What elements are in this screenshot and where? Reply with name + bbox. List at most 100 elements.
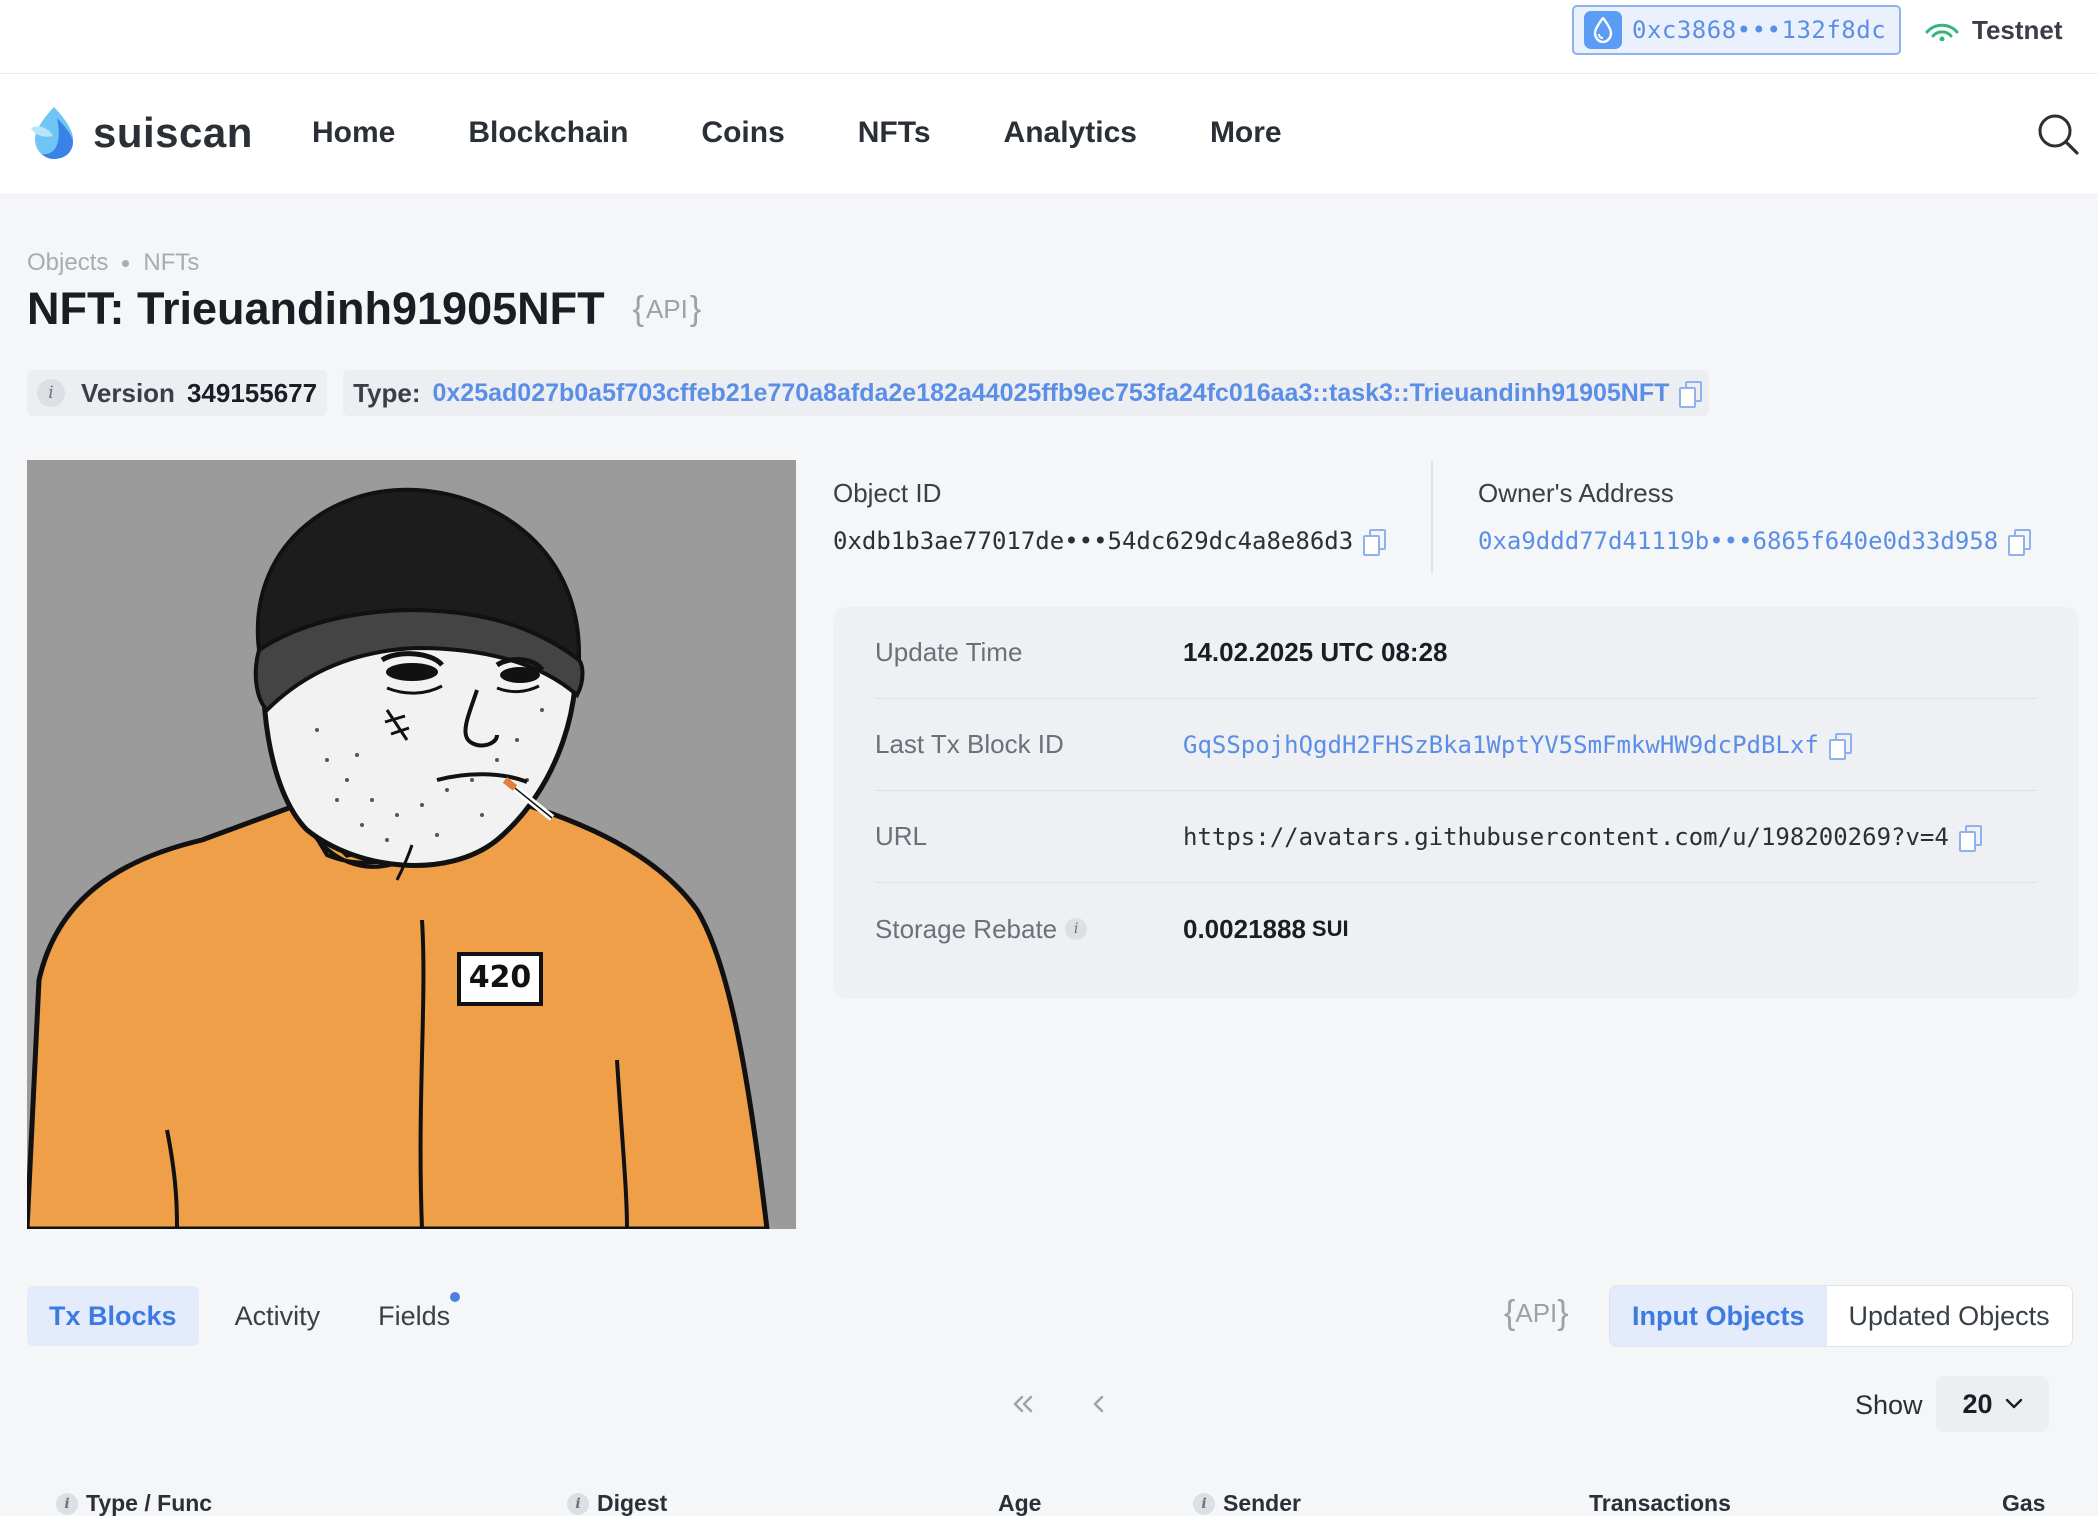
tx-api-link[interactable]: { API } bbox=[1504, 1294, 1569, 1333]
object-tabs: Tx Blocks Activity Fields bbox=[27, 1286, 486, 1346]
network-label: Testnet bbox=[1972, 14, 2063, 45]
url-row: https://avatars.githubusercontent.com/u/… bbox=[1183, 822, 1982, 852]
nav-home[interactable]: Home bbox=[312, 116, 395, 150]
show-label: Show bbox=[1855, 1390, 1923, 1420]
chevron-down-icon bbox=[2005, 1398, 2022, 1409]
object-id-row: 0xdb1b3ae77017de•••54dc629dc4a8e86d3 bbox=[833, 527, 1387, 556]
version-value: 349155677 bbox=[186, 377, 318, 408]
suiscan-logo-icon bbox=[31, 107, 73, 159]
col-gas-label: Gas bbox=[2002, 1490, 2046, 1516]
tx-api-label: API bbox=[1515, 1298, 1558, 1328]
breadcrumb-separator bbox=[122, 259, 130, 267]
breadcrumb-nfts[interactable]: NFTs bbox=[143, 249, 199, 277]
divider bbox=[1431, 460, 1433, 574]
type-value-link[interactable]: 0x25ad027b0a5f703cffeb21e770a8afda2e182a… bbox=[433, 379, 1670, 408]
type-label: Type: bbox=[353, 377, 421, 408]
copy-icon[interactable] bbox=[1958, 824, 1982, 852]
sui-unit: SUI bbox=[1311, 916, 1349, 941]
tab-fields-label: Fields bbox=[378, 1300, 451, 1331]
page-title: NFT: Trieuandinh91905NFT bbox=[27, 283, 605, 334]
info-icon[interactable]: i bbox=[567, 1492, 589, 1515]
storage-rebate-value-wrap: 0.0021888 SUI bbox=[1183, 914, 1349, 945]
api-label: API bbox=[645, 293, 688, 324]
owner-row: 0xa9ddd77d41119b•••6865f640e0d33d958 bbox=[1478, 527, 2032, 556]
nav-links: Home Blockchain Coins NFTs Analytics Mor… bbox=[312, 116, 1355, 150]
first-page-icon[interactable] bbox=[1005, 1386, 1041, 1422]
copy-icon[interactable] bbox=[1363, 529, 1387, 556]
info-icon[interactable]: i bbox=[56, 1492, 78, 1515]
info-icon[interactable]: i bbox=[37, 379, 65, 407]
pagination bbox=[1005, 1386, 1117, 1422]
prev-page-icon[interactable] bbox=[1081, 1386, 1117, 1422]
col-digest-label: Digest bbox=[597, 1490, 668, 1516]
segment-input-objects[interactable]: Input Objects bbox=[1610, 1286, 1827, 1346]
nft-badge-text: 420 bbox=[468, 960, 532, 995]
storage-rebate-label-wrap: Storage Rebate i bbox=[875, 914, 1183, 945]
nav-nfts[interactable]: NFTs bbox=[858, 116, 931, 150]
update-time-value: 14.02.2025 UTC 08:28 bbox=[1183, 637, 1448, 667]
search-icon[interactable] bbox=[2036, 112, 2080, 156]
object-id-value: 0xdb1b3ae77017de•••54dc629dc4a8e86d3 bbox=[833, 527, 1354, 555]
brace-close: } bbox=[689, 289, 702, 328]
copy-icon[interactable] bbox=[1828, 732, 1852, 760]
nav-more[interactable]: More bbox=[1210, 116, 1282, 150]
meta-row: i Version 349155677 Type: 0x25ad027b0a5f… bbox=[27, 370, 1710, 416]
nav-coins[interactable]: Coins bbox=[701, 116, 784, 150]
brand-name: suiscan bbox=[93, 109, 253, 156]
detail-row-last-tx: Last Tx Block ID GqSSpojhQgdH2FHSzBka1Wp… bbox=[875, 699, 2037, 791]
signal-icon bbox=[1925, 23, 1959, 41]
tab-activity[interactable]: Activity bbox=[213, 1286, 343, 1346]
update-time-label: Update Time bbox=[875, 637, 1023, 667]
brand-logo[interactable]: suiscan bbox=[27, 104, 253, 162]
last-tx-link[interactable]: GqSSpojhQgdH2FHSzBka1WptYV5SmFmkwHW9dcPd… bbox=[1183, 731, 1819, 759]
storage-rebate-value: 0.0021888 bbox=[1183, 913, 1306, 944]
col-type-func: i Type / Func bbox=[56, 1490, 212, 1516]
tab-tx-blocks[interactable]: Tx Blocks bbox=[27, 1286, 199, 1346]
page-size-select[interactable]: 20 bbox=[1936, 1376, 2049, 1432]
page-size-value: 20 bbox=[1962, 1388, 1993, 1419]
nft-image: 420 bbox=[27, 460, 796, 1229]
objects-segment-control: Input Objects Updated Objects bbox=[1609, 1285, 2073, 1347]
info-icon[interactable]: i bbox=[1065, 918, 1088, 940]
version-label: Version bbox=[81, 377, 175, 408]
owner-label: Owner's Address bbox=[1478, 478, 1674, 508]
main-navbar: suiscan Home Blockchain Coins NFTs Analy… bbox=[0, 74, 2098, 195]
object-id-label: Object ID bbox=[833, 478, 942, 508]
top-strip: 0xc3868•••132f8dc Testnet bbox=[0, 0, 2098, 74]
copy-icon[interactable] bbox=[1679, 381, 1703, 408]
url-value: https://avatars.githubusercontent.com/u/… bbox=[1183, 822, 1949, 851]
col-age-label: Age bbox=[998, 1490, 1042, 1516]
detail-row-storage-rebate: Storage Rebate i 0.0021888 SUI bbox=[875, 883, 2037, 975]
network-selector[interactable]: Testnet bbox=[1924, 12, 2063, 48]
object-id-block: Object ID 0xdb1b3ae77017de•••54dc629dc4a… bbox=[833, 478, 1387, 556]
drop-icon bbox=[1584, 11, 1622, 49]
version-chip: i Version 349155677 bbox=[27, 370, 328, 416]
notification-dot bbox=[450, 1292, 461, 1302]
wallet-button[interactable]: 0xc3868•••132f8dc bbox=[1572, 5, 1901, 55]
nav-analytics[interactable]: Analytics bbox=[1004, 116, 1137, 150]
detail-row-update-time: Update Time 14.02.2025 UTC 08:28 bbox=[875, 607, 2037, 699]
owner-address-link[interactable]: 0xa9ddd77d41119b•••6865f640e0d33d958 bbox=[1478, 527, 1998, 555]
col-sender: i Sender bbox=[1193, 1490, 1301, 1516]
details-card: Update Time 14.02.2025 UTC 08:28 Last Tx… bbox=[833, 607, 2079, 999]
detail-row-url: URL https://avatars.githubusercontent.co… bbox=[875, 791, 2037, 883]
col-transactions: Transactions bbox=[1589, 1490, 1731, 1516]
brace-open: { bbox=[1504, 1294, 1516, 1332]
tab-fields[interactable]: Fields bbox=[356, 1286, 472, 1346]
breadcrumb-objects[interactable]: Objects bbox=[27, 249, 108, 277]
wallet-address: 0xc3868•••132f8dc bbox=[1632, 16, 1887, 44]
brace-close: } bbox=[1557, 1294, 1569, 1332]
nav-blockchain[interactable]: Blockchain bbox=[468, 116, 628, 150]
col-digest: i Digest bbox=[567, 1490, 667, 1516]
storage-rebate-label: Storage Rebate bbox=[875, 913, 1058, 944]
col-age: Age bbox=[998, 1490, 1041, 1516]
segment-updated-objects[interactable]: Updated Objects bbox=[1827, 1286, 2072, 1346]
col-gas: Gas bbox=[2002, 1490, 2045, 1516]
url-label: URL bbox=[875, 821, 928, 851]
breadcrumb: Objects NFTs bbox=[27, 249, 199, 277]
owner-block: Owner's Address 0xa9ddd77d41119b•••6865f… bbox=[1478, 478, 2032, 556]
api-link[interactable]: { API } bbox=[633, 290, 702, 329]
info-icon[interactable]: i bbox=[1193, 1492, 1215, 1515]
col-type-func-label: Type / Func bbox=[86, 1490, 213, 1516]
copy-icon[interactable] bbox=[2008, 529, 2032, 556]
